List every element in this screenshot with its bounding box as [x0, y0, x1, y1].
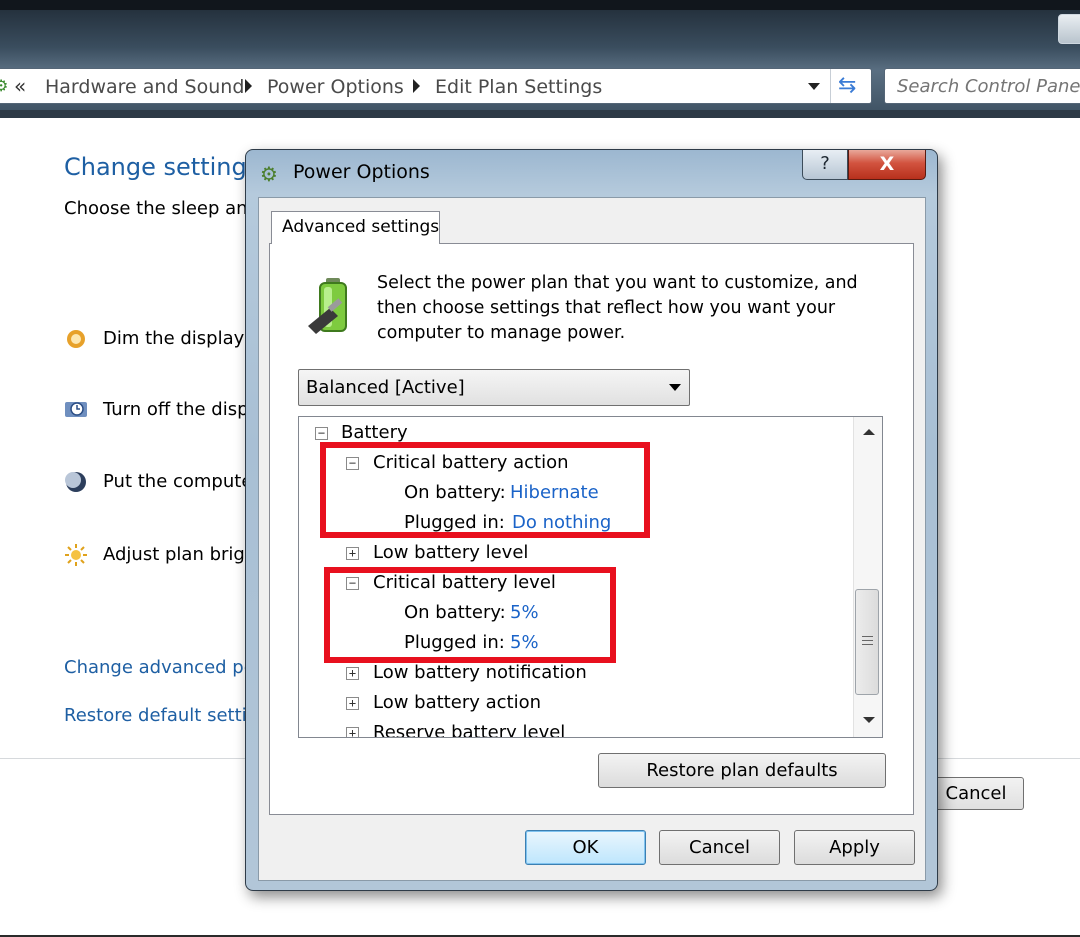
tab-panel: Select the power plan that you want to c… [269, 243, 914, 815]
refresh-icon[interactable]: ⇆ [838, 73, 856, 99]
search-box[interactable] [884, 68, 1080, 104]
power-options-icon: ⚙ [260, 162, 278, 186]
address-bar[interactable]: ⚙ « Hardware and Sound Power Options Edi… [0, 68, 872, 104]
expand-icon[interactable]: + [346, 697, 359, 710]
dialog-title: Power Options [293, 161, 430, 183]
tree-node-label: Reserve battery level [373, 722, 566, 738]
intro-text: Select the power plan that you want to c… [377, 273, 858, 343]
tab-advanced-settings[interactable]: Advanced settings [271, 211, 440, 244]
settings-tree[interactable]: − Battery − Critical battery action On b… [298, 416, 883, 738]
apply-button[interactable]: Apply [794, 830, 915, 865]
restore-default-settings-link[interactable]: Restore default settin [64, 705, 258, 726]
monitor-clock-icon [65, 402, 87, 417]
close-button[interactable]: X [848, 150, 926, 180]
cancel-button[interactable]: Cancel [659, 830, 780, 865]
collapse-icon[interactable]: − [315, 427, 328, 440]
page-subtitle: Choose the sleep and [64, 198, 259, 219]
moon-sleep-icon [65, 472, 86, 492]
control-panel-icon: ⚙ [0, 76, 9, 95]
expand-icon[interactable]: + [346, 727, 359, 737]
setting-label: Adjust plan brig [103, 544, 245, 565]
toolbar-edge [0, 110, 1080, 118]
breadcrumb-overflow-icon[interactable]: « [14, 75, 26, 97]
tree-node-label: Low battery level [373, 542, 529, 563]
grip-icon [862, 636, 873, 648]
window-control-button[interactable] [1058, 14, 1080, 44]
highlight-box-critical-level [324, 567, 616, 663]
search-input[interactable] [885, 69, 1080, 103]
plan-select-value: Balanced [Active] [306, 377, 465, 398]
ok-button[interactable]: OK [525, 830, 646, 865]
power-options-dialog: ⚙ Power Options ? X Advanced settings Se… [245, 149, 938, 891]
battery-plug-icon [308, 278, 347, 334]
setting-label: Turn off the disp [103, 399, 249, 420]
breadcrumb-arrow-icon[interactable] [245, 79, 252, 93]
scrollbar-thumb[interactable] [855, 589, 879, 695]
address-separator [830, 69, 831, 103]
setting-label: Dim the display: [103, 328, 250, 349]
breadcrumb-power-options[interactable]: Power Options [267, 75, 404, 99]
tree-node-label: Low battery notification [373, 662, 587, 683]
scroll-down-icon[interactable] [863, 717, 875, 723]
dim-display-icon [67, 330, 85, 348]
tree-node-label: Low battery action [373, 692, 541, 713]
dialog-body: Advanced settings Select the power plan … [258, 197, 926, 881]
tree-scrollbar[interactable] [853, 417, 882, 737]
breadcrumb-hardware-and-sound[interactable]: Hardware and Sound [45, 75, 244, 99]
scroll-up-icon[interactable] [863, 429, 875, 435]
address-dropdown-icon[interactable] [808, 83, 820, 90]
expand-icon[interactable]: + [346, 667, 359, 680]
restore-plan-defaults-button[interactable]: Restore plan defaults [598, 753, 886, 788]
plan-select[interactable]: Balanced [Active] [298, 369, 690, 406]
setting-label: Put the compute [103, 471, 253, 492]
change-advanced-settings-link[interactable]: Change advanced po [64, 657, 255, 678]
page-title: Change settings [64, 153, 260, 181]
breadcrumb-arrow-icon[interactable] [413, 79, 420, 93]
chevron-down-icon[interactable] [669, 384, 681, 391]
help-button[interactable]: ? [802, 150, 848, 180]
sun-brightness-icon [65, 544, 87, 566]
expand-icon[interactable]: + [346, 547, 359, 560]
highlight-box-critical-action [320, 442, 650, 538]
breadcrumb-edit-plan-settings[interactable]: Edit Plan Settings [435, 75, 602, 99]
window-titlebar: ⚙ « Hardware and Sound Power Options Edi… [0, 0, 1080, 118]
